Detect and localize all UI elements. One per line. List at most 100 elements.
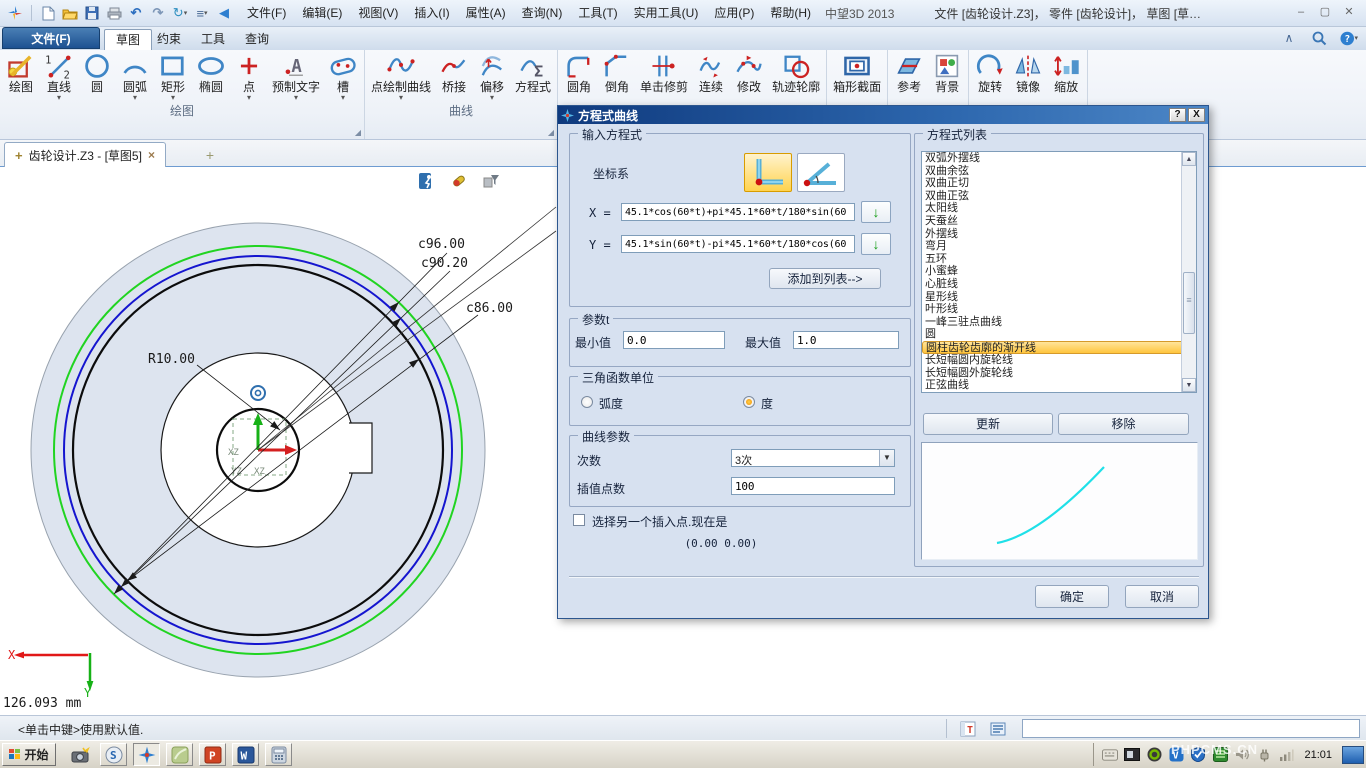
y-equation-expand-button[interactable]: ↓	[861, 233, 891, 255]
quicklaunch-zw3d-icon[interactable]	[133, 743, 160, 766]
radian-radio[interactable]	[581, 396, 593, 408]
filter-icon[interactable]	[480, 170, 502, 192]
menu-file[interactable]: 文件(F)	[239, 0, 294, 27]
degree-radio[interactable]	[743, 396, 755, 408]
dimension-d96[interactable]: c96.00	[418, 237, 465, 252]
taskbar-clock[interactable]: 21:01	[1300, 749, 1336, 761]
redo-icon[interactable]: ↷	[149, 4, 167, 22]
menu-insert[interactable]: 插入(I)	[406, 0, 457, 27]
document-tab[interactable]: + 齿轮设计.Z3 - [草图5] ×	[4, 142, 166, 167]
ribbon-item-ellipse[interactable]: 椭圆	[192, 52, 230, 104]
tab-inquire[interactable]: 查询	[234, 29, 280, 50]
list-item[interactable]: 一峰三驻点曲线	[922, 316, 1196, 329]
y-equation-input[interactable]	[621, 235, 855, 253]
max-value-input[interactable]	[793, 331, 899, 349]
collapse-ribbon-icon[interactable]: ∧	[1280, 29, 1298, 47]
ok-button[interactable]: 确定	[1035, 585, 1109, 608]
list-scrollbar[interactable]: ▲ ▼	[1181, 152, 1196, 392]
polar-coord-button[interactable]	[797, 153, 845, 192]
ribbon-item-equation[interactable]: Σ 方程式	[511, 52, 555, 104]
menu-help[interactable]: 帮助(H)	[762, 0, 819, 27]
quicklaunch-word-icon[interactable]: W	[232, 743, 259, 766]
quicklaunch-calculator-icon[interactable]	[265, 743, 292, 766]
x-equation-expand-button[interactable]: ↓	[861, 201, 891, 223]
media-player-icon[interactable]	[1124, 747, 1140, 763]
back-icon[interactable]: ◀	[215, 4, 233, 22]
close-button[interactable]: ✕	[1340, 5, 1358, 21]
group-dialog-launcher-icon[interactable]: ◢	[355, 128, 361, 137]
message-log-icon[interactable]	[988, 719, 1008, 738]
display-mode-icon[interactable]: ≡▾	[193, 4, 211, 22]
open-file-icon[interactable]	[61, 4, 79, 22]
ribbon-item-rotate[interactable]: 旋转	[971, 52, 1009, 104]
tab-sketch[interactable]: 草图	[104, 29, 152, 50]
list-item[interactable]: 星形线	[922, 291, 1196, 304]
x-equation-input[interactable]	[621, 203, 855, 221]
dimension-d86[interactable]: c86.00	[466, 301, 513, 316]
ribbon-item-modify[interactable]: 修改	[730, 52, 768, 104]
restore-button[interactable]: ▢	[1316, 5, 1334, 21]
insert-point-checkbox[interactable]	[573, 514, 585, 526]
screenshot-tool-icon[interactable]	[66, 743, 93, 766]
tab-tools[interactable]: 工具	[190, 29, 236, 50]
list-item[interactable]: 弯月	[922, 240, 1196, 253]
ribbon-item-mirror[interactable]: 镜像	[1009, 52, 1047, 104]
ribbon-item-rectangle[interactable]: 矩形▾	[154, 52, 192, 104]
list-item[interactable]: 心脏线	[922, 278, 1196, 291]
interp-points-input[interactable]	[731, 477, 895, 495]
menu-tools[interactable]: 工具(T)	[570, 0, 625, 27]
ribbon-item-sketch-draw[interactable]: 绘图	[2, 52, 40, 104]
ribbon-item-reference[interactable]: 参考	[890, 52, 928, 104]
ribbon-item-fillet[interactable]: 圆角	[560, 52, 598, 104]
ribbon-item-ready-text[interactable]: A 预制文字▾	[268, 52, 324, 104]
power-plug-icon[interactable]	[1256, 747, 1272, 763]
undo-icon[interactable]: ↶	[127, 4, 145, 22]
tab-close-icon[interactable]: ×	[148, 148, 155, 162]
list-item[interactable]: 正弦曲线	[922, 379, 1196, 392]
list-item[interactable]: 长短幅圆内旋轮线	[922, 354, 1196, 367]
ribbon-item-slot[interactable]: 槽▾	[324, 52, 362, 104]
nvidia-icon[interactable]	[1146, 747, 1162, 763]
update-button[interactable]: 更新	[923, 413, 1053, 435]
exit-sketch-icon[interactable]	[416, 170, 438, 192]
list-item[interactable]: 天蚕丝	[922, 215, 1196, 228]
ribbon-item-line[interactable]: 12 直线▾	[40, 52, 78, 104]
scroll-up-icon[interactable]: ▲	[1182, 152, 1196, 166]
start-button[interactable]: 开始	[2, 743, 56, 766]
list-item[interactable]: 双曲正切	[922, 177, 1196, 190]
menu-utilities[interactable]: 实用工具(U)	[626, 0, 707, 27]
network-signal-icon[interactable]	[1278, 747, 1294, 763]
cancel-button[interactable]: 取消	[1125, 585, 1199, 608]
list-item-selected[interactable]: 圆柱齿轮齿廓的渐开线	[922, 341, 1196, 354]
ribbon-item-chamfer[interactable]: 倒角	[598, 52, 636, 104]
list-item[interactable]: 叶形线	[922, 303, 1196, 316]
menu-edit[interactable]: 编辑(E)	[294, 0, 350, 27]
list-item[interactable]: 外摆线	[922, 228, 1196, 241]
scrollbar-thumb[interactable]	[1183, 272, 1195, 334]
list-item[interactable]: 长短幅圆外旋轮线	[922, 367, 1196, 380]
ribbon-item-curve-by-points[interactable]: 点绘制曲线▾	[367, 52, 435, 104]
equation-listbox[interactable]: 双弧外摆线 双曲余弦 双曲正切 双曲正弦 太阳线 天蚕丝 外摆线 弯月 五环 小…	[921, 151, 1197, 393]
list-item[interactable]: 太阳线	[922, 202, 1196, 215]
add-to-list-button[interactable]: 添加到列表-->	[769, 268, 881, 289]
list-item[interactable]: 小蜜蜂	[922, 265, 1196, 278]
combo-dropdown-icon[interactable]: ▼	[879, 450, 894, 466]
new-file-icon[interactable]	[39, 4, 57, 22]
degree-combobox[interactable]: 3次 ▼	[731, 449, 895, 467]
dialog-titlebar[interactable]: 方程式曲线 ? X	[558, 106, 1208, 124]
ribbon-item-scale[interactable]: 缩放	[1047, 52, 1085, 104]
list-item[interactable]: 圆	[922, 328, 1196, 341]
group-dialog-launcher-icon[interactable]: ◢	[548, 128, 554, 137]
min-value-input[interactable]	[623, 331, 725, 349]
dimension-d90[interactable]: c90.20	[421, 256, 468, 271]
list-item[interactable]: 双弧外摆线	[922, 152, 1196, 165]
minimize-button[interactable]: –	[1292, 5, 1310, 21]
ribbon-item-connect[interactable]: 连续	[692, 52, 730, 104]
list-item[interactable]: 双曲余弦	[922, 165, 1196, 178]
list-item[interactable]: 双曲正弦	[922, 190, 1196, 203]
menu-applications[interactable]: 应用(P)	[706, 0, 762, 27]
ribbon-item-power-trim[interactable]: 单击修剪	[636, 52, 692, 104]
ribbon-item-point[interactable]: 点▾	[230, 52, 268, 104]
refresh-icon[interactable]: ↻▾	[171, 4, 189, 22]
show-desktop-button[interactable]	[1342, 746, 1364, 764]
